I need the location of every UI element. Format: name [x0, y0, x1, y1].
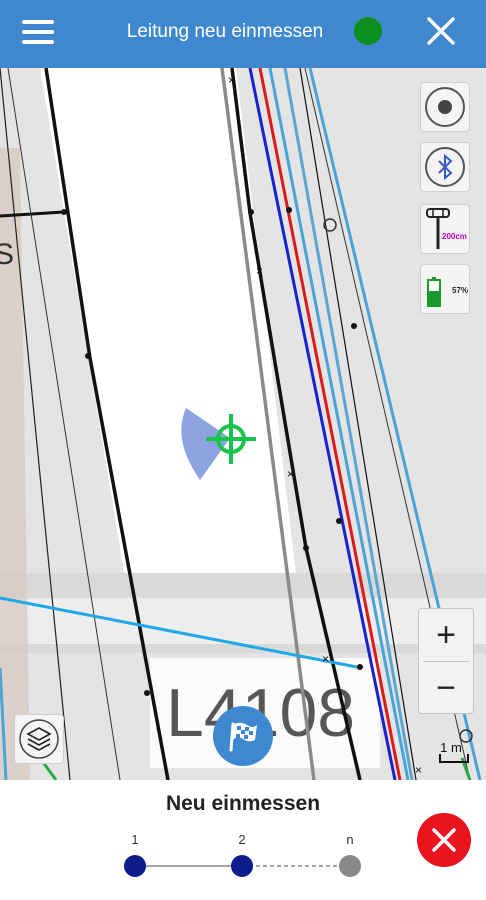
layers-icon [19, 719, 59, 759]
svg-text:×: × [322, 652, 329, 666]
step-label-2: 2 [238, 832, 246, 847]
cancel-button[interactable] [417, 813, 471, 867]
survey-pole-icon [426, 208, 450, 249]
pole-height-button[interactable] [420, 204, 470, 254]
close-icon [432, 828, 456, 852]
checkered-flag-icon [229, 722, 257, 752]
svg-text:×: × [256, 264, 263, 278]
zoom-controls: + − [418, 608, 474, 714]
svg-text:S: S [0, 238, 14, 271]
svg-text:×: × [287, 467, 294, 481]
record-icon [425, 87, 465, 127]
pole-height-label: 200cm [442, 232, 467, 241]
svg-text:×: × [228, 73, 235, 87]
step-dot-1[interactable] [124, 855, 146, 877]
step-label-n: n [346, 832, 354, 847]
bluetooth-button[interactable] [420, 142, 470, 192]
gps-status-indicator [354, 17, 382, 45]
svg-text:×: × [415, 763, 422, 777]
step-dot-2[interactable] [231, 855, 253, 877]
record-button[interactable] [420, 82, 470, 132]
step-dot-n[interactable] [339, 855, 361, 877]
zoom-out-button[interactable]: − [419, 662, 473, 714]
layers-button[interactable] [14, 714, 64, 764]
battery-percent: 57% [452, 286, 469, 295]
bottom-panel: Neu einmessen 1 2 n [0, 780, 486, 900]
step-label-1: 1 [131, 832, 139, 847]
page-title: Leitung neu einmessen [126, 21, 324, 42]
map-canvas: L4108 × × × [0, 68, 486, 780]
finish-flag-button[interactable] [213, 706, 273, 766]
scale-label: 1 m [440, 740, 462, 755]
close-icon[interactable] [424, 14, 458, 48]
top-app-bar: Leitung neu einmessen [0, 0, 486, 68]
bluetooth-icon [425, 147, 465, 187]
zoom-in-button[interactable]: + [419, 609, 473, 661]
map-view[interactable]: L4108 × × × [0, 68, 486, 780]
